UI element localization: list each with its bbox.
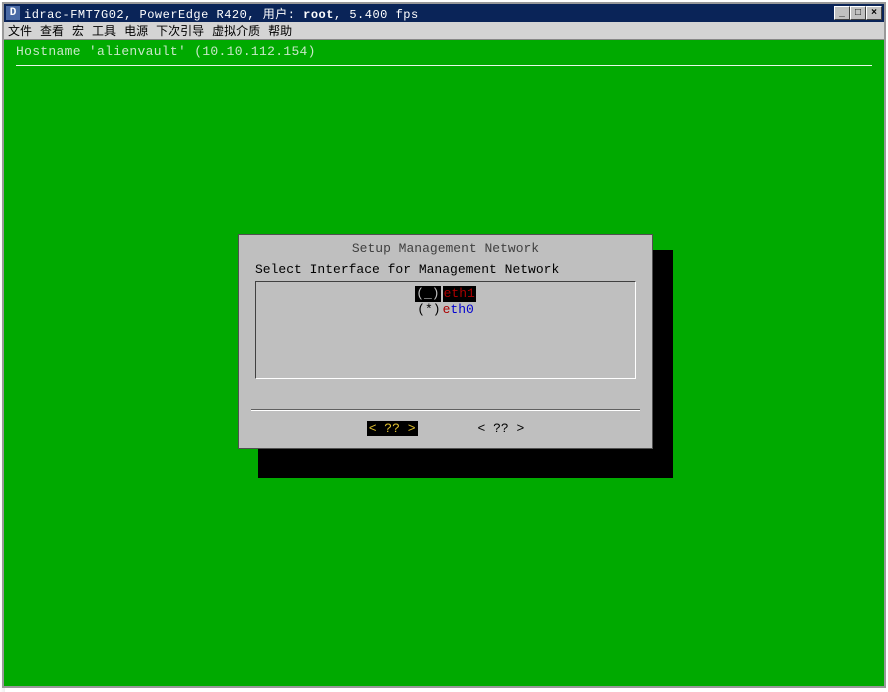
menu-tools[interactable]: 工具 [92,22,116,39]
interface-label: eth1 [443,286,476,302]
titlebar-text: idrac-FMT7G02, PowerEdge R420, 用户: root,… [24,5,834,22]
menu-power[interactable]: 电源 [124,22,148,39]
titlebar-prefix: idrac-FMT7G02, PowerEdge R420, 用户: [24,8,303,22]
close-button[interactable]: × [866,6,882,20]
titlebar-suffix: , 5.400 fps [334,8,419,22]
minimize-button[interactable]: _ [834,6,850,20]
idrac-console-window: D idrac-FMT7G02, PowerEdge R420, 用户: roo… [2,2,886,688]
menu-view[interactable]: 查看 [40,22,64,39]
menu-help[interactable]: 帮助 [268,22,292,39]
maximize-button[interactable]: □ [850,6,866,20]
dialog-title: Setup Management Network [245,239,646,262]
hostname-line: Hostname 'alienvault' (10.10.112.154) [16,44,872,61]
menu-macro[interactable]: 宏 [72,22,84,39]
interface-option-eth1[interactable]: (_) eth1 [415,286,476,302]
interface-option-eth0[interactable]: (*) eth0 [417,302,474,318]
console-area[interactable]: Hostname 'alienvault' (10.10.112.154) Se… [4,40,884,686]
menu-file[interactable]: 文件 [8,22,32,39]
interface-listbox[interactable]: (_) eth1 (*) eth0 [255,281,636,379]
cancel-button[interactable]: < ?? > [478,421,525,436]
window-controls: _ □ × [834,6,882,20]
setup-network-dialog: Setup Management Network Select Interfac… [238,234,653,449]
interface-label: eth0 [443,302,474,318]
dialog-prompt: Select Interface for Management Network [245,262,646,281]
dialog-buttons: < ?? > < ?? > [245,417,646,442]
app-icon: D [6,6,20,20]
menu-virtualmedia[interactable]: 虚拟介质 [212,22,260,39]
titlebar: D idrac-FMT7G02, PowerEdge R420, 用户: roo… [4,4,884,22]
separator-line [16,65,872,66]
ok-button[interactable]: < ?? > [367,421,418,436]
menu-nextboot[interactable]: 下次引导 [156,22,204,39]
titlebar-user: root [303,8,334,22]
dialog-divider [251,409,640,411]
radio-marker: (_) [415,286,440,302]
radio-marker: (*) [417,302,440,318]
menubar: 文件 查看 宏 工具 电源 下次引导 虚拟介质 帮助 [4,22,884,40]
